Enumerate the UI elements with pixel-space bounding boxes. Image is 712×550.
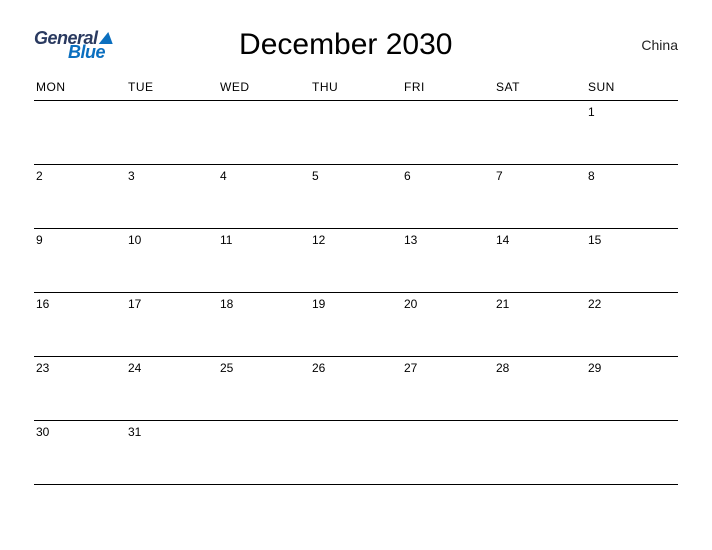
calendar-cell: 14 <box>494 228 586 292</box>
weekday-header: MON <box>34 76 126 100</box>
calendar-title: December 2030 <box>74 28 618 62</box>
weekday-header-row: MONTUEWEDTHUFRISATSUN <box>34 76 678 100</box>
calendar-cell <box>310 420 402 484</box>
calendar-cell: 25 <box>218 356 310 420</box>
calendar-cell <box>218 100 310 164</box>
header: General Blue December 2030 China <box>34 28 678 62</box>
calendar-cell <box>494 420 586 484</box>
calendar-cell: 6 <box>402 164 494 228</box>
calendar-cell: 5 <box>310 164 402 228</box>
calendar-cell: 10 <box>126 228 218 292</box>
calendar-cell <box>126 100 218 164</box>
calendar-cell: 2 <box>34 164 126 228</box>
calendar-cell: 31 <box>126 420 218 484</box>
calendar-cell: 16 <box>34 292 126 356</box>
calendar-cell: 12 <box>310 228 402 292</box>
weekday-header: THU <box>310 76 402 100</box>
calendar-cell: 17 <box>126 292 218 356</box>
weekday-header: SUN <box>586 76 678 100</box>
calendar-cell: 20 <box>402 292 494 356</box>
calendar-cell <box>402 420 494 484</box>
weekday-header: SAT <box>494 76 586 100</box>
calendar-cell: 1 <box>586 100 678 164</box>
calendar-cell: 21 <box>494 292 586 356</box>
calendar-cell: 3 <box>126 164 218 228</box>
calendar-cell <box>310 100 402 164</box>
calendar-cell: 8 <box>586 164 678 228</box>
calendar-cell: 23 <box>34 356 126 420</box>
region-label: China <box>618 37 678 53</box>
weekday-header: WED <box>218 76 310 100</box>
calendar-cell: 4 <box>218 164 310 228</box>
calendar-cell: 22 <box>586 292 678 356</box>
calendar-cell <box>402 100 494 164</box>
calendar-cell <box>218 420 310 484</box>
calendar-cell: 13 <box>402 228 494 292</box>
calendar-cell: 24 <box>126 356 218 420</box>
calendar-cell: 9 <box>34 228 126 292</box>
calendar-cell <box>586 420 678 484</box>
weekday-header: TUE <box>126 76 218 100</box>
calendar-cell: 11 <box>218 228 310 292</box>
calendar-cell: 29 <box>586 356 678 420</box>
calendar-cell: 7 <box>494 164 586 228</box>
calendar-cell: 27 <box>402 356 494 420</box>
logo-sail-icon <box>98 32 115 44</box>
calendar-cell: 18 <box>218 292 310 356</box>
calendar-cell: 19 <box>310 292 402 356</box>
calendar-cell <box>34 100 126 164</box>
calendar-cell: 30 <box>34 420 126 484</box>
calendar-cell: 28 <box>494 356 586 420</box>
bottom-rule <box>34 484 678 485</box>
calendar-cell: 26 <box>310 356 402 420</box>
calendar-cell: 15 <box>586 228 678 292</box>
calendar-grid: 1234567891011121314151617181920212223242… <box>34 100 678 484</box>
weekday-header: FRI <box>402 76 494 100</box>
calendar-cell <box>494 100 586 164</box>
